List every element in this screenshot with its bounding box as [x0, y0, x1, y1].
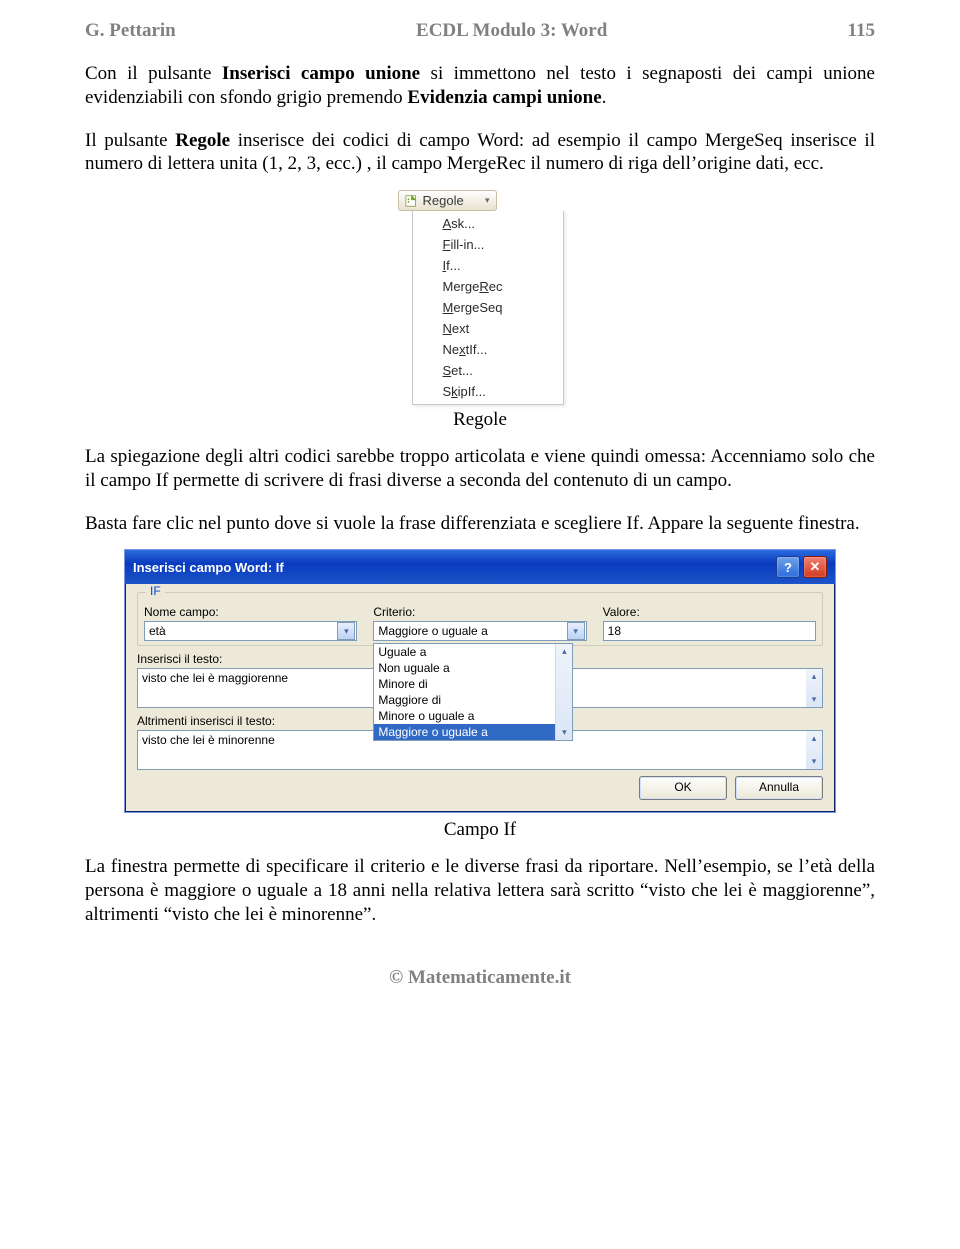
rules-dropdown-list: Ask...Fill-in...If...MergeRecMergeSeqNex…	[412, 211, 564, 405]
textarea-scrollbar[interactable]: ▴▾	[806, 669, 822, 707]
ok-button[interactable]: OK	[639, 776, 727, 800]
criterio-value: Maggiore o uguale a	[378, 624, 487, 638]
valore-value: 18	[608, 624, 621, 638]
chevron-down-icon[interactable]: ▾	[567, 622, 585, 640]
paragraph-2: Il pulsante Regole inserisce dei codici …	[85, 129, 875, 177]
criterio-option[interactable]: Non uguale a	[374, 660, 572, 676]
if-dialog: Inserisci campo Word: If ? ✕ IF Nome cam…	[124, 549, 836, 813]
listbox-scrollbar[interactable]: ▴▾	[555, 644, 572, 740]
criterio-option[interactable]: Minore di	[374, 676, 572, 692]
cancel-button[interactable]: Annulla	[735, 776, 823, 800]
rules-menu-item[interactable]: NextIf...	[413, 339, 563, 360]
rules-menu-item[interactable]: Fill-in...	[413, 234, 563, 255]
criterio-option[interactable]: Uguale a	[374, 644, 572, 660]
rules-menu-item[interactable]: If...	[413, 255, 563, 276]
rules-menu-item[interactable]: MergeSeq	[413, 297, 563, 318]
paragraph-4: Basta fare clic nel punto dove si vuole …	[85, 512, 875, 536]
chevron-down-icon[interactable]: ▾	[337, 622, 355, 640]
rules-icon	[405, 194, 419, 208]
valore-input[interactable]: 18	[603, 621, 816, 641]
group-legend: IF	[146, 584, 165, 598]
page-header: G. Pettarin ECDL Modulo 3: Word 115	[85, 20, 875, 42]
rules-menu-figure: Regole ▾ Ask...Fill-in...If...MergeRecMe…	[398, 190, 563, 405]
dialog-titlebar[interactable]: Inserisci campo Word: If ? ✕	[125, 550, 835, 584]
label-nome-campo: Nome campo:	[144, 605, 357, 619]
nome-campo-value: età	[149, 624, 166, 638]
figure-caption-campo-if: Campo If	[85, 819, 875, 841]
paragraph-3: La spiegazione degli altri codici sarebb…	[85, 445, 875, 493]
rules-ribbon-label: Regole	[423, 193, 464, 208]
header-page: 115	[848, 20, 875, 42]
help-button[interactable]: ?	[776, 556, 800, 578]
rules-menu-item[interactable]: Next	[413, 318, 563, 339]
criterio-combo[interactable]: Maggiore o uguale a ▾	[373, 621, 586, 641]
criterio-option[interactable]: Maggiore di	[374, 692, 572, 708]
rules-ribbon-button[interactable]: Regole ▾	[398, 190, 497, 211]
figure-caption-regole: Regole	[85, 409, 875, 431]
rules-menu-item[interactable]: SkipIf...	[413, 381, 563, 402]
page-footer: © Matematicamente.it	[85, 967, 875, 989]
paragraph-1: Con il pulsante Inserisci campo unione s…	[85, 62, 875, 110]
header-author: G. Pettarin	[85, 20, 176, 42]
label-valore: Valore:	[603, 605, 816, 619]
header-title: ECDL Modulo 3: Word	[416, 20, 607, 42]
if-groupbox: IF Nome campo: età ▾ Criterio: Maggiore …	[137, 592, 823, 646]
criterio-option[interactable]: Minore o uguale a	[374, 708, 572, 724]
label-criterio: Criterio:	[373, 605, 586, 619]
rules-menu-item[interactable]: MergeRec	[413, 276, 563, 297]
paragraph-5: La finestra permette di specificare il c…	[85, 855, 875, 926]
nome-campo-combo[interactable]: età ▾	[144, 621, 357, 641]
rules-menu-item[interactable]: Ask...	[413, 213, 563, 234]
rules-menu-item[interactable]: Set...	[413, 360, 563, 381]
close-button[interactable]: ✕	[803, 556, 827, 578]
dialog-title: Inserisci campo Word: If	[133, 560, 284, 575]
chevron-down-icon: ▾	[485, 195, 490, 206]
criterio-dropdown[interactable]: Uguale aNon uguale aMinore diMaggiore di…	[373, 643, 573, 741]
criterio-option[interactable]: Maggiore o uguale a	[374, 724, 572, 740]
textarea-scrollbar[interactable]: ▴▾	[806, 731, 822, 769]
